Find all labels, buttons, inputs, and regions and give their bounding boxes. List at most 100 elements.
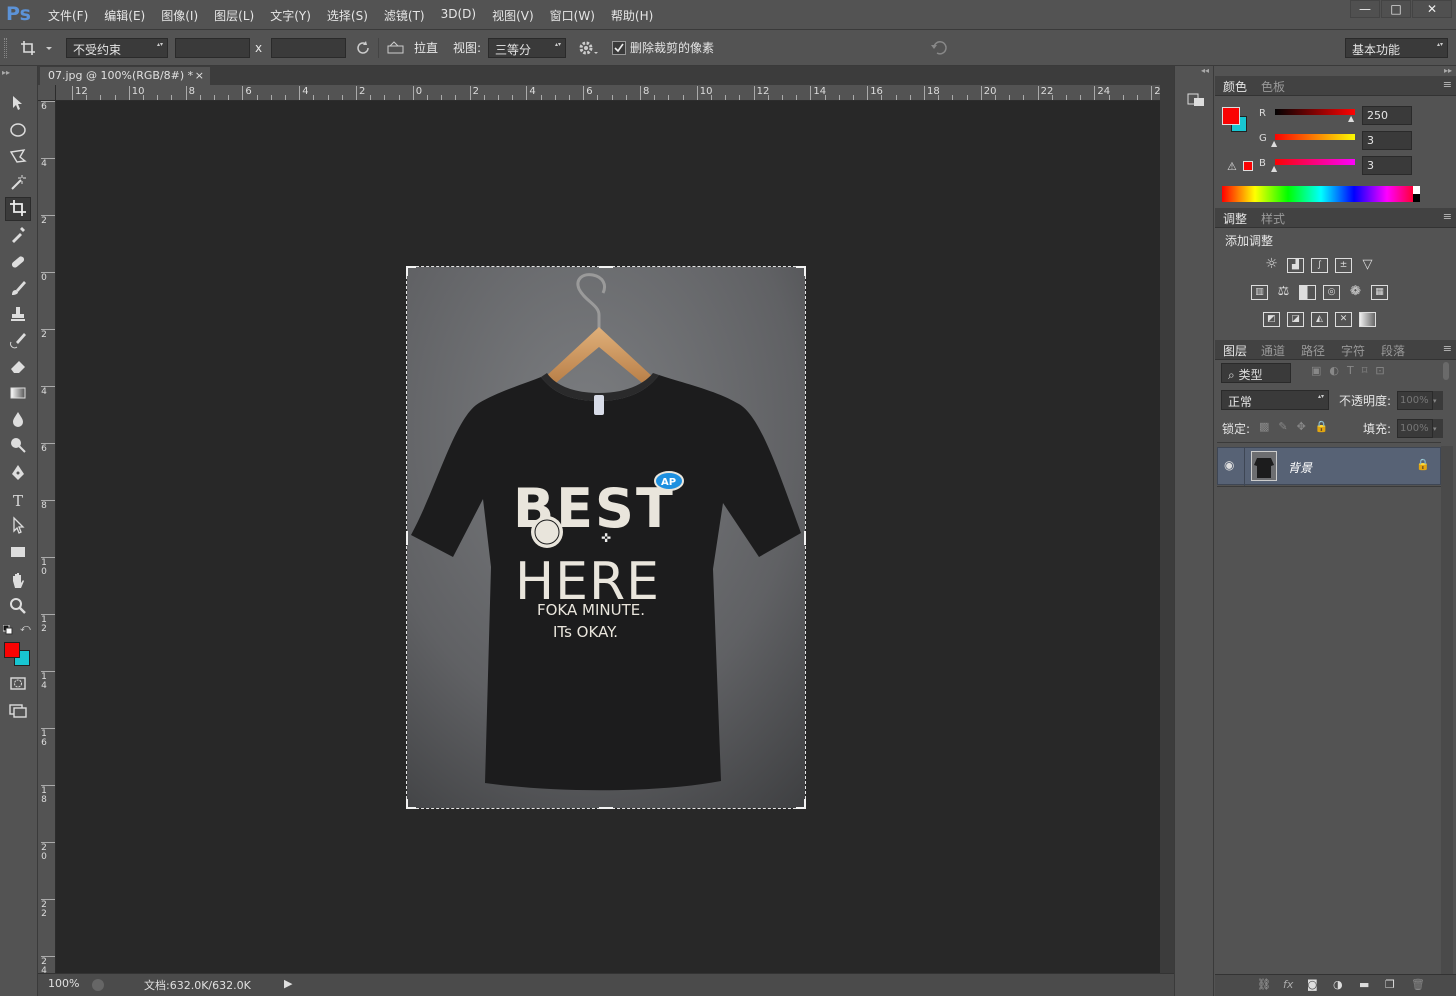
invert-icon[interactable]: ◩ <box>1263 312 1280 327</box>
minimize-button[interactable]: — <box>1350 0 1380 18</box>
menu-type[interactable]: 文字(Y) <box>262 7 319 24</box>
channel-g-thumb[interactable]: ▲ <box>1271 139 1277 148</box>
channel-g-value[interactable]: 3 <box>1362 131 1412 150</box>
opacity-dropdown-icon[interactable]: ▾ <box>1433 391 1443 410</box>
close-button[interactable]: ✕ <box>1412 0 1452 18</box>
layer-filter-select[interactable]: ⌕ 类型 <box>1221 363 1291 383</box>
gamut-color-swatch[interactable] <box>1243 161 1253 171</box>
crop-handle-top-left[interactable] <box>406 266 416 276</box>
crop-tool-icon[interactable] <box>5 197 31 221</box>
channel-r-value[interactable]: 250 <box>1362 106 1412 125</box>
menu-filter[interactable]: 滤镜(T) <box>376 7 433 24</box>
new-adjustment-icon[interactable]: ◑ <box>1333 978 1343 991</box>
zoom-level[interactable]: 100% <box>48 977 79 990</box>
vertical-ruler[interactable]: 642024681012141618202224 <box>38 101 56 973</box>
fill-input[interactable]: 100% <box>1397 419 1433 438</box>
history-panel-icon[interactable] <box>1185 90 1207 110</box>
crop-handle-bottom-right[interactable] <box>796 799 806 809</box>
straighten-icon[interactable] <box>386 38 406 58</box>
collapse-toolbar-icon[interactable]: ▸▸ <box>2 68 10 77</box>
foreground-color-swatch[interactable] <box>4 642 20 658</box>
color-ramp[interactable] <box>1222 186 1420 202</box>
gamut-warning-icon[interactable]: ⚠ <box>1227 160 1237 173</box>
menu-file[interactable]: 文件(F) <box>40 7 96 24</box>
tab-layers[interactable]: 图层 <box>1223 342 1247 359</box>
path-selection-icon[interactable] <box>5 515 31 539</box>
channel-b-slider[interactable] <box>1275 159 1355 165</box>
history-brush-icon[interactable] <box>5 330 31 354</box>
tab-paths[interactable]: 路径 <box>1301 342 1325 359</box>
black-white-icon[interactable] <box>1299 285 1316 300</box>
swap-colors-icon[interactable]: ⤺ <box>20 623 31 634</box>
swap-dimensions[interactable]: x <box>255 38 262 58</box>
fx-icon[interactable]: fx <box>1283 978 1293 991</box>
levels-icon[interactable]: ▟ <box>1287 258 1304 273</box>
hue-sat-icon[interactable]: ▥ <box>1251 285 1268 300</box>
channel-b-thumb[interactable]: ▲ <box>1271 164 1277 173</box>
crop-width-input[interactable] <box>175 38 250 58</box>
clear-rotate-icon[interactable] <box>354 38 372 58</box>
crop-handle-left[interactable] <box>406 531 408 545</box>
fill-dropdown-icon[interactable]: ▾ <box>1433 419 1443 438</box>
menu-select[interactable]: 选择(S) <box>319 7 376 24</box>
document-tab[interactable]: 07.jpg @ 100%(RGB/8#) * × <box>40 67 210 85</box>
channel-g-slider[interactable] <box>1275 134 1355 140</box>
menu-layer[interactable]: 图层(L) <box>206 7 262 24</box>
curves-icon[interactable]: ∫ <box>1311 258 1328 273</box>
reset-icon[interactable] <box>928 38 950 58</box>
menu-3d[interactable]: 3D(D) <box>433 7 484 24</box>
canvas-area[interactable]: BEST AP HERE FOKA MINUTE. ITs OKAY. ✜ <box>56 101 1160 973</box>
link-layers-icon[interactable]: ⛓ <box>1257 978 1271 991</box>
type-tool-icon[interactable]: T <box>5 489 31 513</box>
maximize-button[interactable]: □ <box>1381 0 1411 18</box>
straighten-label[interactable]: 拉直 <box>414 38 438 58</box>
channel-mixer-icon[interactable]: ❁ <box>1347 285 1364 300</box>
eraser-tool-icon[interactable] <box>5 356 31 380</box>
layer-filter-icons[interactable]: ▣◐T⌑⊡ <box>1311 364 1393 377</box>
exposure-icon[interactable]: ± <box>1335 258 1352 273</box>
tab-channels[interactable]: 通道 <box>1261 342 1285 359</box>
ruler-origin[interactable] <box>38 85 56 101</box>
gear-icon[interactable] <box>577 38 599 58</box>
panel-menu-icon[interactable]: ≡ <box>1443 210 1452 223</box>
threshold-icon[interactable]: ◭ <box>1311 312 1328 327</box>
brightness-icon[interactable]: ☼ <box>1263 257 1280 273</box>
crop-height-input[interactable] <box>271 38 346 58</box>
layer-name[interactable]: 背景 <box>1288 459 1312 476</box>
rectangle-tool-icon[interactable] <box>5 542 31 566</box>
crop-handle-top-right[interactable] <box>796 266 806 276</box>
move-tool-icon[interactable] <box>5 93 31 117</box>
menu-window[interactable]: 窗口(W) <box>542 7 603 24</box>
eye-icon[interactable]: ◉ <box>1224 458 1234 472</box>
horizontal-ruler[interactable]: 1210864202468101214161820222426 <box>56 85 1160 101</box>
blend-mode-select[interactable]: 正常 <box>1221 390 1329 410</box>
posterize-icon[interactable]: ◪ <box>1287 312 1304 327</box>
color-lookup-icon[interactable]: ▦ <box>1371 285 1388 300</box>
tool-preset-picker[interactable] <box>18 38 58 58</box>
lock-icons[interactable]: ▩✎✥🔒 <box>1259 420 1338 433</box>
layer-row-background[interactable]: ◉ 背景 🔒 <box>1217 447 1441 486</box>
color-panel-foreground-swatch[interactable] <box>1222 107 1240 125</box>
tab-swatches[interactable]: 色板 <box>1261 78 1285 95</box>
close-document-icon[interactable]: × <box>195 69 204 82</box>
zoom-tool-icon[interactable] <box>5 596 31 620</box>
tab-adjustments[interactable]: 调整 <box>1223 210 1247 227</box>
tab-color[interactable]: 颜色 <box>1223 78 1247 95</box>
healing-brush-icon[interactable] <box>5 252 31 276</box>
crop-handle-bottom[interactable] <box>599 807 613 809</box>
pen-tool-icon[interactable] <box>5 463 31 487</box>
status-menu-arrow-icon[interactable]: ▶ <box>284 977 292 990</box>
panel-menu-icon[interactable]: ≡ <box>1443 78 1452 91</box>
layers-scrollbar[interactable] <box>1441 446 1453 974</box>
delete-cropped-label[interactable]: 删除裁剪的像素 <box>630 38 714 58</box>
blur-tool-icon[interactable] <box>5 409 31 433</box>
default-colors-icon[interactable] <box>2 624 13 635</box>
add-mask-icon[interactable]: ◙ <box>1307 978 1318 991</box>
workspace-select[interactable]: 基本功能 <box>1345 38 1448 58</box>
clone-stamp-icon[interactable] <box>5 304 31 328</box>
trash-icon[interactable]: 🗑 <box>1411 978 1425 991</box>
hand-tool-icon[interactable] <box>5 570 31 594</box>
menu-help[interactable]: 帮助(H) <box>603 7 661 24</box>
crop-handle-top[interactable] <box>599 266 613 268</box>
screen-mode-icon[interactable] <box>5 700 31 724</box>
